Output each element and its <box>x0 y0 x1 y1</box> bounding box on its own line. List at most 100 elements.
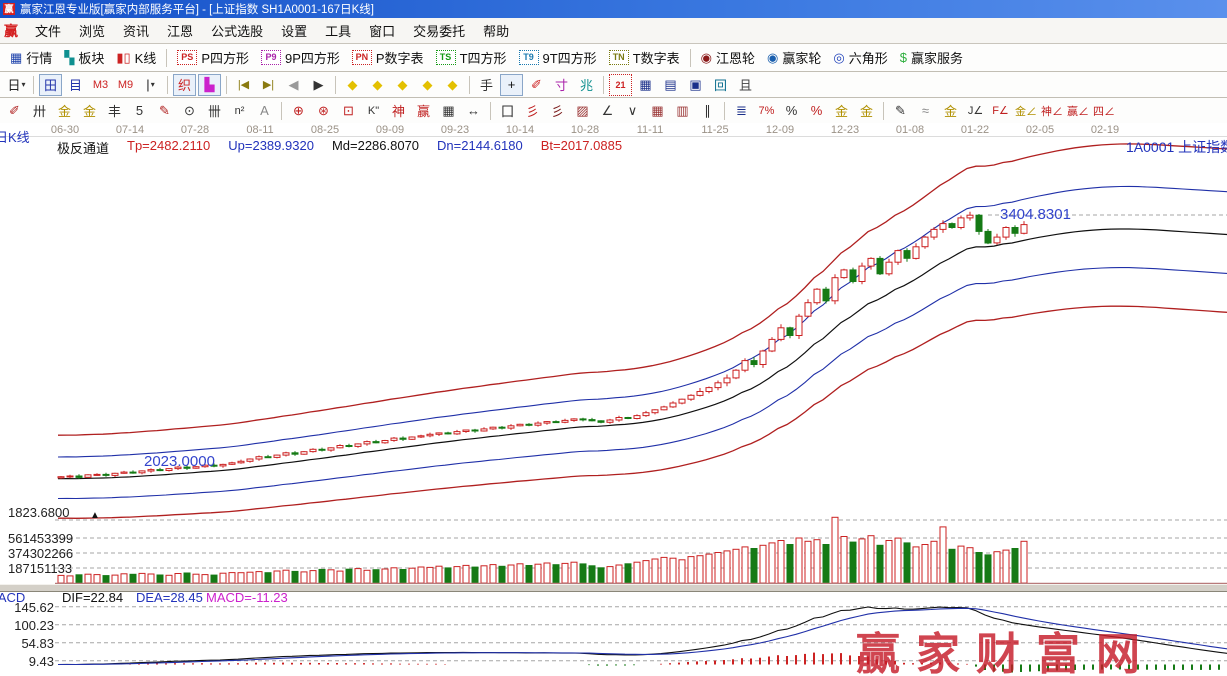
menu-item-9[interactable]: 交易委托 <box>413 24 465 39</box>
t9-square-button[interactable]: T99T四方形 <box>519 48 597 67</box>
select-box-icon[interactable]: 囗 <box>496 100 519 122</box>
color-chart-icon[interactable]: ▙ <box>198 74 221 96</box>
gold-circle-icon[interactable]: 金 <box>830 100 853 122</box>
ruler-123-icon[interactable]: ▦ <box>437 100 460 122</box>
measure-tool-icon[interactable]: 寸 <box>550 74 573 96</box>
calculator-icon[interactable]: ▦ <box>634 74 657 96</box>
crosshair-tool-icon[interactable]: + <box>500 74 523 96</box>
page-prev-icon[interactable]: ◀ <box>282 74 305 96</box>
diamond-right-icon[interactable]: ◆ <box>366 74 389 96</box>
toolbar-separator <box>33 76 34 94</box>
wave-9-icon[interactable]: M9 <box>114 74 137 96</box>
time-circle-icon[interactable]: ⊙ <box>178 100 201 122</box>
kline-button[interactable]: ▮▯K线 <box>116 48 156 67</box>
pen-2-icon[interactable]: ✎ <box>889 100 912 122</box>
f-fence-icon[interactable]: 丰 <box>103 100 126 122</box>
shen-tool-icon[interactable]: 神 <box>387 100 410 122</box>
last-page-icon[interactable]: ▶| <box>257 74 280 96</box>
four-angle-icon[interactable]: 四∠ <box>1092 100 1116 122</box>
winner-service-button[interactable]: $赢家服务 <box>900 48 963 67</box>
gann-wheel-button[interactable]: ◉江恩轮 <box>701 48 755 67</box>
diamond-expand-icon[interactable]: ◆ <box>416 74 439 96</box>
menu-item-6[interactable]: 设置 <box>281 24 307 39</box>
wave-3-icon[interactable]: M3 <box>89 74 112 96</box>
gold-angle-icon[interactable]: 金∠ <box>1014 100 1038 122</box>
menu-item-10[interactable]: 帮助 <box>483 24 509 39</box>
p9-square-icon: P9 <box>261 50 281 65</box>
sectors-button[interactable]: ▚板块 <box>64 48 104 67</box>
winner-wheel-button[interactable]: ◉赢家轮 <box>767 48 821 67</box>
gold-box-icon[interactable]: 金 <box>939 100 962 122</box>
parallel-lines-icon[interactable]: ∥ <box>696 100 719 122</box>
menu-item-5[interactable]: 公式选股 <box>211 24 263 39</box>
fan-box-icon[interactable]: 彡 <box>546 100 569 122</box>
first-page-icon[interactable]: |◀ <box>232 74 255 96</box>
j-angle-icon[interactable]: J∠ <box>964 100 987 122</box>
target-star-icon[interactable]: ⊛ <box>312 100 335 122</box>
pattern-tool-icon[interactable]: 兆 <box>575 74 598 96</box>
layout-grid-icon[interactable]: 田 <box>39 74 62 96</box>
pct-7-icon[interactable]: 7% <box>755 100 778 122</box>
menu-item-8[interactable]: 窗口 <box>369 24 395 39</box>
n-square-icon[interactable]: n² <box>228 100 251 122</box>
diamond-left-icon[interactable]: ◆ <box>341 74 364 96</box>
span-arrows-icon[interactable]: ↔ <box>462 100 485 122</box>
diamond-cross-icon[interactable]: ◆ <box>441 74 464 96</box>
gann-text-icon[interactable]: 织 <box>173 74 196 96</box>
ying-angle-icon[interactable]: 赢∠ <box>1066 100 1090 122</box>
v-lines-icon[interactable]: ∨ <box>621 100 644 122</box>
ying-tool-icon[interactable]: 赢 <box>412 100 435 122</box>
diamond-move-icon[interactable]: ◆ <box>391 74 414 96</box>
fence-2-icon[interactable]: 卌 <box>203 100 226 122</box>
menu-item-3[interactable]: 资讯 <box>123 24 149 39</box>
t-number-button[interactable]: TNT数字表 <box>609 48 680 67</box>
candle-style-icon[interactable]: |▾ <box>139 74 162 96</box>
network-icon[interactable]: 回 <box>709 74 732 96</box>
p-number-button[interactable]: PNP数字表 <box>352 48 424 67</box>
wave-av-icon[interactable]: ≈ <box>914 100 937 122</box>
menu-item-2[interactable]: 浏览 <box>79 24 105 39</box>
gold-level-icon[interactable]: 金 <box>855 100 878 122</box>
grid-box-tool-icon[interactable]: ▥ <box>671 100 694 122</box>
pen-red-icon[interactable]: ✎ <box>153 100 176 122</box>
target-red-icon[interactable]: ⊕ <box>287 100 310 122</box>
menu-item-4[interactable]: 江恩 <box>167 24 193 39</box>
scale-marks-icon[interactable]: ≣ <box>730 100 753 122</box>
hand-tool-icon[interactable]: 手 <box>475 74 498 96</box>
info-panel-icon[interactable]: 目 <box>64 74 87 96</box>
hexagon-button[interactable]: ◎六角形 <box>833 48 887 67</box>
gann-fence-icon[interactable]: 卅 <box>28 100 51 122</box>
five-fence-icon[interactable]: 5 <box>128 100 151 122</box>
quotes-button[interactable]: ▦行情 <box>10 48 52 67</box>
angle-lines-icon[interactable]: ∠ <box>596 100 619 122</box>
target-box-icon[interactable]: ⊡ <box>337 100 360 122</box>
p-square-button[interactable]: PSP四方形 <box>177 48 249 67</box>
period-day-icon[interactable]: 日▾ <box>5 74 28 96</box>
chart-area[interactable]: 06-3007-1407-2808-1108-2509-0909-2310-14… <box>0 123 1227 676</box>
t-square-button[interactable]: TST四方形 <box>436 48 507 67</box>
a-slash-icon[interactable]: A <box>253 100 276 122</box>
gold-fence-1-icon[interactable]: 金 <box>53 100 76 122</box>
print-icon[interactable]: 且 <box>734 74 757 96</box>
notes-icon[interactable]: ▤ <box>659 74 682 96</box>
watermark: 赢家财富网 <box>856 618 1156 676</box>
brush-tool-icon[interactable]: ✐ <box>3 100 26 122</box>
percent-icon[interactable]: % <box>780 100 803 122</box>
f-angle-icon[interactable]: F∠ <box>989 100 1012 122</box>
menu-item-7[interactable]: 工具 <box>325 24 351 39</box>
grid-tool-icon[interactable]: ▦ <box>646 100 669 122</box>
grid-shade-icon[interactable]: ▨ <box>571 100 594 122</box>
fan-lines-icon[interactable]: 彡 <box>521 100 544 122</box>
p9-square-button[interactable]: P99P四方形 <box>261 48 340 67</box>
menu-item-1[interactable]: 文件 <box>35 24 61 39</box>
marker-triangle-icon: ▲ <box>90 510 100 521</box>
k-mark-icon[interactable]: K" <box>362 100 385 122</box>
pick-tool-icon[interactable]: ✐ <box>525 74 548 96</box>
shen-angle-icon[interactable]: 神∠ <box>1040 100 1064 122</box>
page-next-icon[interactable]: ▶ <box>307 74 330 96</box>
pct-line-icon[interactable]: % <box>805 100 828 122</box>
save-icon[interactable]: ▣ <box>684 74 707 96</box>
gold-fence-2-icon[interactable]: 金 <box>78 100 101 122</box>
calendar-icon[interactable]: 21 <box>609 74 632 96</box>
date-tick-10-28: 10-28 <box>563 124 607 136</box>
